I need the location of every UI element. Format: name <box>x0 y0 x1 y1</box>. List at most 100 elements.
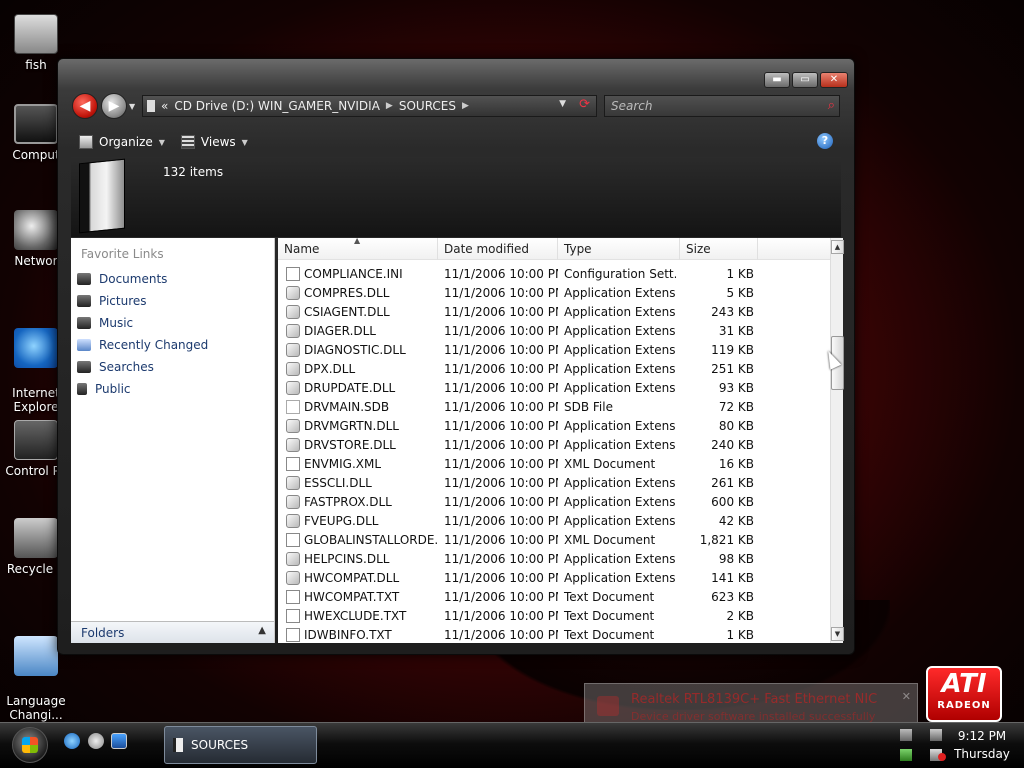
column-header-name[interactable]: ▲ Name <box>278 238 438 260</box>
dll-file-icon <box>286 304 300 319</box>
folder-large-icon <box>79 158 125 234</box>
breadcrumb-sources[interactable]: SOURCES <box>399 99 456 113</box>
scroll-up-button[interactable]: ▲ <box>831 240 844 254</box>
internet-explorer-icon[interactable] <box>64 733 80 749</box>
file-date: 11/1/2006 10:00 PM <box>444 380 558 395</box>
dll-file-icon <box>286 418 300 433</box>
file-row[interactable]: ESSCLI.DLL 11/1/2006 10:00 PM Application … <box>278 473 830 492</box>
start-button[interactable] <box>12 727 48 763</box>
file-type: Application Extens... <box>564 494 676 509</box>
file-row[interactable]: HWEXCLUDE.TXT 11/1/2006 10:00 PM Text Docu… <box>278 606 830 625</box>
dll-file-icon <box>286 380 300 395</box>
explorer-window: ▬ ▭ ✕ ◀ ▶ ▼ « CD Drive (D:) WIN_GAMER_NV… <box>57 58 855 655</box>
file-row[interactable]: DRUPDATE.DLL 11/1/2006 10:00 PM Applicatio… <box>278 378 830 397</box>
file-name: FASTPROX.DLL <box>304 494 392 509</box>
navigation-bar: ◀ ▶ ▼ « CD Drive (D:) WIN_GAMER_NVIDIA ▶… <box>72 93 840 119</box>
file-type: Application Extens... <box>564 323 676 338</box>
file-name-cell: FVEUPG.DLL <box>278 513 438 528</box>
file-name-cell: COMPRES.DLL <box>278 285 438 300</box>
favorite-link-searches[interactable]: Searches <box>77 356 274 378</box>
column-header-label: Date modified <box>444 242 530 256</box>
file-row[interactable]: ENVMIG.XML 11/1/2006 10:00 PM XML Document… <box>278 454 830 473</box>
chevron-right-icon[interactable]: ▶ <box>462 101 469 111</box>
search-input[interactable]: Search ⌕ <box>604 95 840 117</box>
file-type: Application Extens... <box>564 361 676 376</box>
search-icon[interactable]: ⌕ <box>828 98 835 113</box>
file-row[interactable]: HWCOMPAT.DLL 11/1/2006 10:00 PM Applicatio… <box>278 568 830 587</box>
column-header-size[interactable]: Size <box>680 238 758 260</box>
column-header-label: Size <box>686 242 711 256</box>
file-row[interactable]: COMPLIANCE.INI 11/1/2006 10:00 PM Configur… <box>278 264 830 283</box>
favorite-link-public[interactable]: Public <box>77 378 274 400</box>
file-date: 11/1/2006 10:00 PM <box>444 570 558 585</box>
language-icon <box>14 636 58 676</box>
taskbar-button-sources[interactable]: SOURCES <box>164 726 317 764</box>
system-tray <box>898 727 946 765</box>
favorite-link-label: Searches <box>99 360 154 374</box>
favorite-link-documents[interactable]: Documents <box>77 268 274 290</box>
close-icon[interactable]: ✕ <box>902 690 911 703</box>
file-row[interactable]: CSIAGENT.DLL 11/1/2006 10:00 PM Applicatio… <box>278 302 830 321</box>
switch-windows-icon[interactable] <box>88 733 104 749</box>
tray-app-icon[interactable] <box>900 729 912 741</box>
file-row[interactable]: DIAGER.DLL 11/1/2006 10:00 PM Application … <box>278 321 830 340</box>
file-row[interactable]: DRVMGRTN.DLL 11/1/2006 10:00 PM Applicatio… <box>278 416 830 435</box>
file-name-cell: DRVSTORE.DLL <box>278 437 438 452</box>
file-name-cell: HELPCINS.DLL <box>278 551 438 566</box>
network-icon[interactable] <box>930 729 942 741</box>
refresh-icon[interactable]: ⟳ <box>579 97 590 112</box>
views-icon <box>180 135 195 149</box>
maximize-button[interactable]: ▭ <box>792 72 818 88</box>
file-date: 11/1/2006 10:00 PM <box>444 437 558 452</box>
pictures-icon <box>77 295 91 307</box>
back-button[interactable]: ◀ <box>72 93 98 119</box>
file-row[interactable]: DPX.DLL 11/1/2006 10:00 PM Application Ext… <box>278 359 830 378</box>
file-date: 11/1/2006 10:00 PM <box>444 361 558 376</box>
favorite-link-music[interactable]: Music <box>77 312 274 334</box>
file-row[interactable]: DRVMAIN.SDB 11/1/2006 10:00 PM SDB File 72 … <box>278 397 830 416</box>
file-row[interactable]: COMPRES.DLL 11/1/2006 10:00 PM Application… <box>278 283 830 302</box>
favorite-link-recently-changed[interactable]: Recently Changed <box>77 334 274 356</box>
file-row[interactable]: FVEUPG.DLL 11/1/2006 10:00 PM Application … <box>278 511 830 530</box>
column-header-type[interactable]: Type <box>558 238 680 260</box>
chevron-right-icon[interactable]: ▶ <box>386 101 393 111</box>
clock[interactable]: 9:12 PM Thursday <box>952 727 1012 763</box>
file-type: XML Document <box>564 532 656 547</box>
vertical-scrollbar[interactable]: ▲ ▼ <box>830 238 844 643</box>
file-name: ENVMIG.XML <box>304 456 382 471</box>
file-type: Application Extens... <box>564 304 676 319</box>
folders-toggle[interactable]: Folders ▲ <box>71 621 274 643</box>
file-name: IDWBINFO.TXT <box>304 627 392 642</box>
file-date: 11/1/2006 10:00 PM <box>444 323 558 338</box>
close-button[interactable]: ✕ <box>820 72 848 88</box>
show-desktop-icon[interactable] <box>111 733 127 749</box>
scroll-down-button[interactable]: ▼ <box>831 627 844 641</box>
breadcrumb-cd-drive[interactable]: CD Drive (D:) WIN_GAMER_NVIDIA <box>174 99 380 113</box>
address-bar[interactable]: « CD Drive (D:) WIN_GAMER_NVIDIA ▶ SOURC… <box>142 95 597 117</box>
file-name-cell: DRVMAIN.SDB <box>278 399 438 414</box>
file-row[interactable]: DIAGNOSTIC.DLL 11/1/2006 10:00 PM Applicat… <box>278 340 830 359</box>
file-type: Application Extens... <box>564 380 676 395</box>
file-row[interactable]: DRVSTORE.DLL 11/1/2006 10:00 PM Applicatio… <box>278 435 830 454</box>
file-row[interactable]: HWCOMPAT.TXT 11/1/2006 10:00 PM Text Docum… <box>278 587 830 606</box>
help-icon[interactable]: ? <box>817 133 833 149</box>
address-dropdown-icon[interactable]: ▼ <box>559 99 566 109</box>
address-overflow-chevron[interactable]: « <box>161 99 168 113</box>
file-size: 261 KB <box>711 475 754 490</box>
file-row[interactable]: IDWBINFO.TXT 11/1/2006 10:00 PM Text Docum… <box>278 625 830 643</box>
file-row[interactable]: HELPCINS.DLL 11/1/2006 10:00 PM Applicatio… <box>278 549 830 568</box>
tray-status-icon[interactable] <box>900 749 912 761</box>
organize-button[interactable]: Organize ▼ <box>71 135 173 149</box>
minimize-button[interactable]: ▬ <box>764 72 790 88</box>
file-row[interactable]: FASTPROX.DLL 11/1/2006 10:00 PM Applicatio… <box>278 492 830 511</box>
taskbar: SOURCES 9:12 PM Thursday <box>0 722 1024 768</box>
text-file-icon <box>286 627 300 642</box>
file-row[interactable]: GLOBALINSTALLORDE... 11/1/2006 10:00 PM XM… <box>278 530 830 549</box>
search-placeholder: Search <box>611 99 653 113</box>
forward-button[interactable]: ▶ <box>101 93 127 119</box>
views-button[interactable]: Views ▼ <box>173 135 256 149</box>
favorite-link-pictures[interactable]: Pictures <box>77 290 274 312</box>
file-date: 11/1/2006 10:00 PM <box>444 532 558 547</box>
recent-pages-dropdown[interactable]: ▼ <box>129 102 135 111</box>
column-header-date[interactable]: Date modified <box>438 238 558 260</box>
